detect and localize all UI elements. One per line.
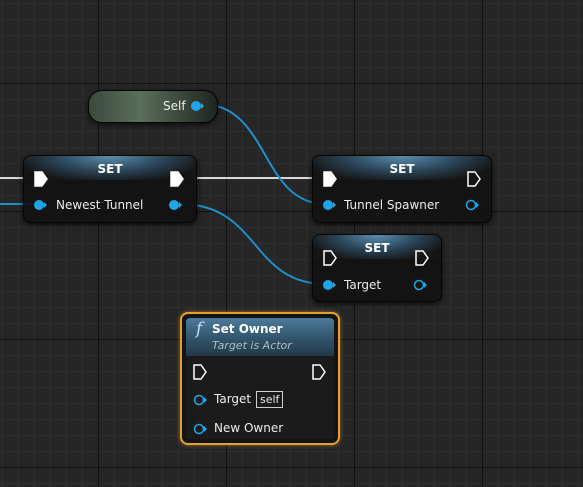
exec-out-pin-icon[interactable] (415, 250, 429, 266)
set-target-node[interactable]: SET Target (312, 234, 442, 302)
set-newest-tunnel-node[interactable]: SET Newest Tunnel (23, 155, 197, 223)
tunnel-spawner-input-pin-icon[interactable] (323, 199, 337, 211)
new-owner-input-pin-icon[interactable] (193, 423, 208, 435)
self-label: Self (163, 99, 186, 113)
set-tunnel-spawner-header: SET (313, 156, 491, 180)
exec-in-pin-icon[interactable] (193, 364, 207, 380)
owner-target-label: Target (214, 392, 252, 406)
self-output-pin-icon[interactable] (191, 100, 205, 112)
owner-target-input-pin-icon[interactable] (193, 394, 208, 406)
set-owner-subtitle: Target is Actor (212, 339, 292, 352)
exec-out-pin-icon[interactable] (170, 171, 184, 187)
set-owner-header: f Set Owner Target is Actor (186, 318, 334, 356)
set-tunnel-spawner-node[interactable]: SET Tunnel Spawner (312, 155, 492, 223)
new-owner-label: New Owner (214, 421, 284, 435)
exec-out-pin-icon[interactable] (467, 171, 481, 187)
target-label: Target (344, 278, 382, 292)
newest-tunnel-input-pin-icon[interactable] (34, 199, 48, 211)
self-to-tunnel-spawner-wire (200, 103, 327, 205)
newest-tunnel-output-pin-icon[interactable] (169, 199, 183, 211)
set-owner-title: Set Owner (212, 322, 283, 336)
newest-tunnel-label: Newest Tunnel (56, 198, 144, 212)
target-output-pin-icon[interactable] (413, 279, 428, 291)
set-owner-body: Target self New Owner (186, 356, 334, 439)
newest-tunnel-to-target-wire (179, 203, 327, 285)
exec-in-pin-icon[interactable] (323, 250, 337, 266)
self-node[interactable]: Self (88, 90, 218, 123)
exec-in-pin-icon[interactable] (323, 171, 337, 187)
target-input-pin-icon[interactable] (323, 279, 337, 291)
tunnel-spawner-output-pin-icon[interactable] (465, 199, 480, 211)
exec-in-pin-icon[interactable] (34, 171, 48, 187)
function-icon: f (196, 319, 203, 339)
tunnel-spawner-label: Tunnel Spawner (344, 198, 440, 212)
exec-out-pin-icon[interactable] (312, 364, 326, 380)
set-owner-function-node[interactable]: f Set Owner Target is Actor Target self … (180, 312, 340, 445)
target-default-self-box[interactable]: self (256, 391, 284, 408)
